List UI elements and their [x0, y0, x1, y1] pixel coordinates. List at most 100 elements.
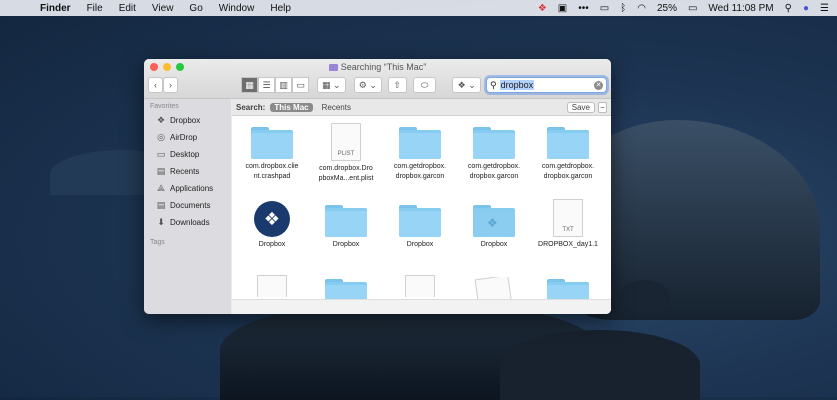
sidebar-item-downloads[interactable]: ⬇ Downloads [144, 214, 231, 231]
horizontal-scrollbar[interactable] [232, 299, 611, 314]
scope-this-mac[interactable]: This Mac [270, 102, 313, 112]
menu-view[interactable]: View [152, 3, 174, 14]
sidebar-item-label: Downloads [170, 218, 210, 227]
window-title: Searching “This Mac” [144, 62, 611, 72]
clear-search-icon[interactable]: ✕ [594, 80, 604, 90]
desktop-icon: ▭ [156, 149, 166, 159]
more-dots-icon[interactable]: ••• [578, 3, 589, 14]
result-item[interactable]: PLIST com.dropbox.Dro pboxMa...ent.plist [310, 123, 382, 184]
dropbox-icon: ❖ [156, 115, 166, 125]
notification-center-icon[interactable]: ☰ [820, 3, 829, 14]
dropbox-toolbar-button[interactable]: ❖ ⌄ [452, 77, 481, 93]
columns-icon: ▥ [279, 79, 288, 90]
sidebar: Favorites ❖ Dropbox ◎ AirDrop ▭ Desktop ▤ Re… [144, 99, 231, 314]
share-icon: ⇧ [393, 79, 402, 90]
tags-button[interactable]: ⬭ [412, 77, 437, 93]
search-query[interactable]: dropbox [499, 80, 535, 90]
smart-folder-icon [328, 64, 338, 71]
result-name: com.getdropbox. dropbox.garcon [393, 163, 447, 180]
plist-file-icon: PLIST [331, 123, 361, 161]
document-icon [405, 275, 435, 297]
search-icon: ⚲ [489, 79, 497, 90]
sidebar-item-applications[interactable]: ⟁ Applications [144, 180, 231, 197]
gallery-view-button[interactable]: ▭ [292, 77, 309, 93]
folder-icon [547, 127, 589, 159]
result-item[interactable]: com.getdropbox. dropbox.garcon [384, 127, 456, 182]
menu-edit[interactable]: Edit [119, 3, 136, 14]
result-name: com.getdropbox. dropbox.garcon [541, 163, 595, 180]
dropbox-status-icon[interactable]: ❖ [538, 3, 547, 14]
share-button[interactable]: ⇧ [388, 77, 407, 93]
spotlight-search-icon[interactable]: ⚲ [785, 3, 792, 14]
result-name: com.dropbox.clie nt.crashpad [245, 163, 299, 180]
action-button[interactable]: ⚙ ⌄ [353, 77, 383, 93]
result-item[interactable] [384, 275, 456, 297]
document-icon [257, 275, 287, 297]
result-name: Dropbox [406, 241, 434, 248]
result-item[interactable]: com.getdropbox. dropbox.garcon [458, 127, 530, 182]
result-item[interactable]: com.getdropbox. dropbox.garcon [532, 127, 604, 182]
title-bar: Searching “This Mac” ‹ › ▦ ☰ ▥ ▭ ▦ ⌄ ⚙ ⌄… [144, 59, 611, 99]
list-icon: ☰ [262, 79, 271, 90]
menu-go[interactable]: Go [189, 3, 202, 14]
sidebar-item-desktop[interactable]: ▭ Desktop [144, 146, 231, 163]
group-button[interactable]: ▦ ⌄ [317, 77, 346, 93]
forward-button[interactable]: › [163, 77, 178, 93]
clock[interactable]: Wed 11:08 PM [708, 3, 773, 14]
image-file-icon [474, 277, 514, 299]
result-item[interactable]: ❖ Dropbox [458, 205, 530, 250]
app-status-icon[interactable]: ▣ [558, 3, 567, 14]
results-grid: com.dropbox.clie nt.crashpad PLIST com.dr… [232, 117, 611, 314]
result-item[interactable] [236, 275, 308, 297]
result-item[interactable]: ❖ Dropbox [236, 201, 308, 250]
menu-app-name[interactable]: Finder [40, 3, 71, 14]
icon-view-button[interactable]: ▦ [241, 77, 258, 93]
sidebar-item-dropbox[interactable]: ❖ Dropbox [144, 112, 231, 129]
remove-criteria-button[interactable]: − [598, 101, 607, 113]
save-search-button[interactable]: Save [566, 101, 595, 113]
back-button[interactable]: ‹ [148, 77, 163, 93]
folder-icon [251, 127, 293, 159]
search-field[interactable]: ⚲ dropbox ✕ [485, 77, 608, 93]
airdrop-icon: ◎ [157, 132, 165, 142]
wallpaper-rocks-right [500, 330, 700, 400]
sidebar-item-label: Desktop [170, 150, 200, 159]
sidebar-item-recents[interactable]: ▤ Recents [144, 163, 231, 180]
column-view-button[interactable]: ▥ [275, 77, 292, 93]
bluetooth-icon[interactable]: ᛒ [620, 3, 626, 14]
results-pane: Search: This Mac Recents Save − com.drop… [232, 99, 611, 314]
result-item[interactable]: Dropbox [384, 205, 456, 250]
sidebar-item-label: Recents [170, 167, 200, 176]
menu-window[interactable]: Window [219, 3, 255, 14]
chevron-left-icon: ‹ [154, 80, 157, 90]
dropbox-icon: ❖ ⌄ [457, 79, 476, 90]
siri-icon[interactable]: ● [803, 3, 809, 14]
menu-file[interactable]: File [87, 3, 103, 14]
wallpaper-rock-small [620, 280, 670, 314]
wifi-icon[interactable]: ◠ [637, 3, 646, 14]
grid-icon: ▦ [245, 79, 254, 90]
result-item[interactable]: TXT DROPBOX_day1.1 [532, 199, 604, 250]
folder-icon [325, 205, 367, 237]
sidebar-item-airdrop[interactable]: ◎ AirDrop [144, 129, 231, 146]
scope-recents[interactable]: Recents [318, 103, 355, 112]
search-scope-label: Search: [236, 102, 266, 112]
recents-icon: ▤ [156, 166, 166, 176]
result-name: DROPBOX_day1.1 [538, 241, 598, 248]
battery-icon[interactable]: ▭ [688, 3, 697, 14]
menu-help[interactable]: Help [270, 3, 291, 14]
folder-icon [399, 127, 441, 159]
result-item[interactable] [532, 279, 604, 301]
list-view-button[interactable]: ☰ [258, 77, 275, 93]
result-item[interactable]: Dropbox [310, 205, 382, 250]
documents-icon: ▤ [156, 200, 166, 210]
search-scope-bar: Search: This Mac Recents Save − [232, 99, 611, 116]
sidebar-item-documents[interactable]: ▤ Documents [144, 197, 231, 214]
result-item[interactable] [310, 279, 382, 301]
group-icon: ▦ ⌄ [322, 79, 341, 90]
result-item[interactable]: com.dropbox.clie nt.crashpad [236, 127, 308, 182]
result-item[interactable] [458, 277, 530, 299]
airplay-icon[interactable]: ▭ [600, 3, 609, 14]
result-name: Dropbox [258, 241, 286, 248]
gallery-icon: ▭ [296, 79, 305, 90]
